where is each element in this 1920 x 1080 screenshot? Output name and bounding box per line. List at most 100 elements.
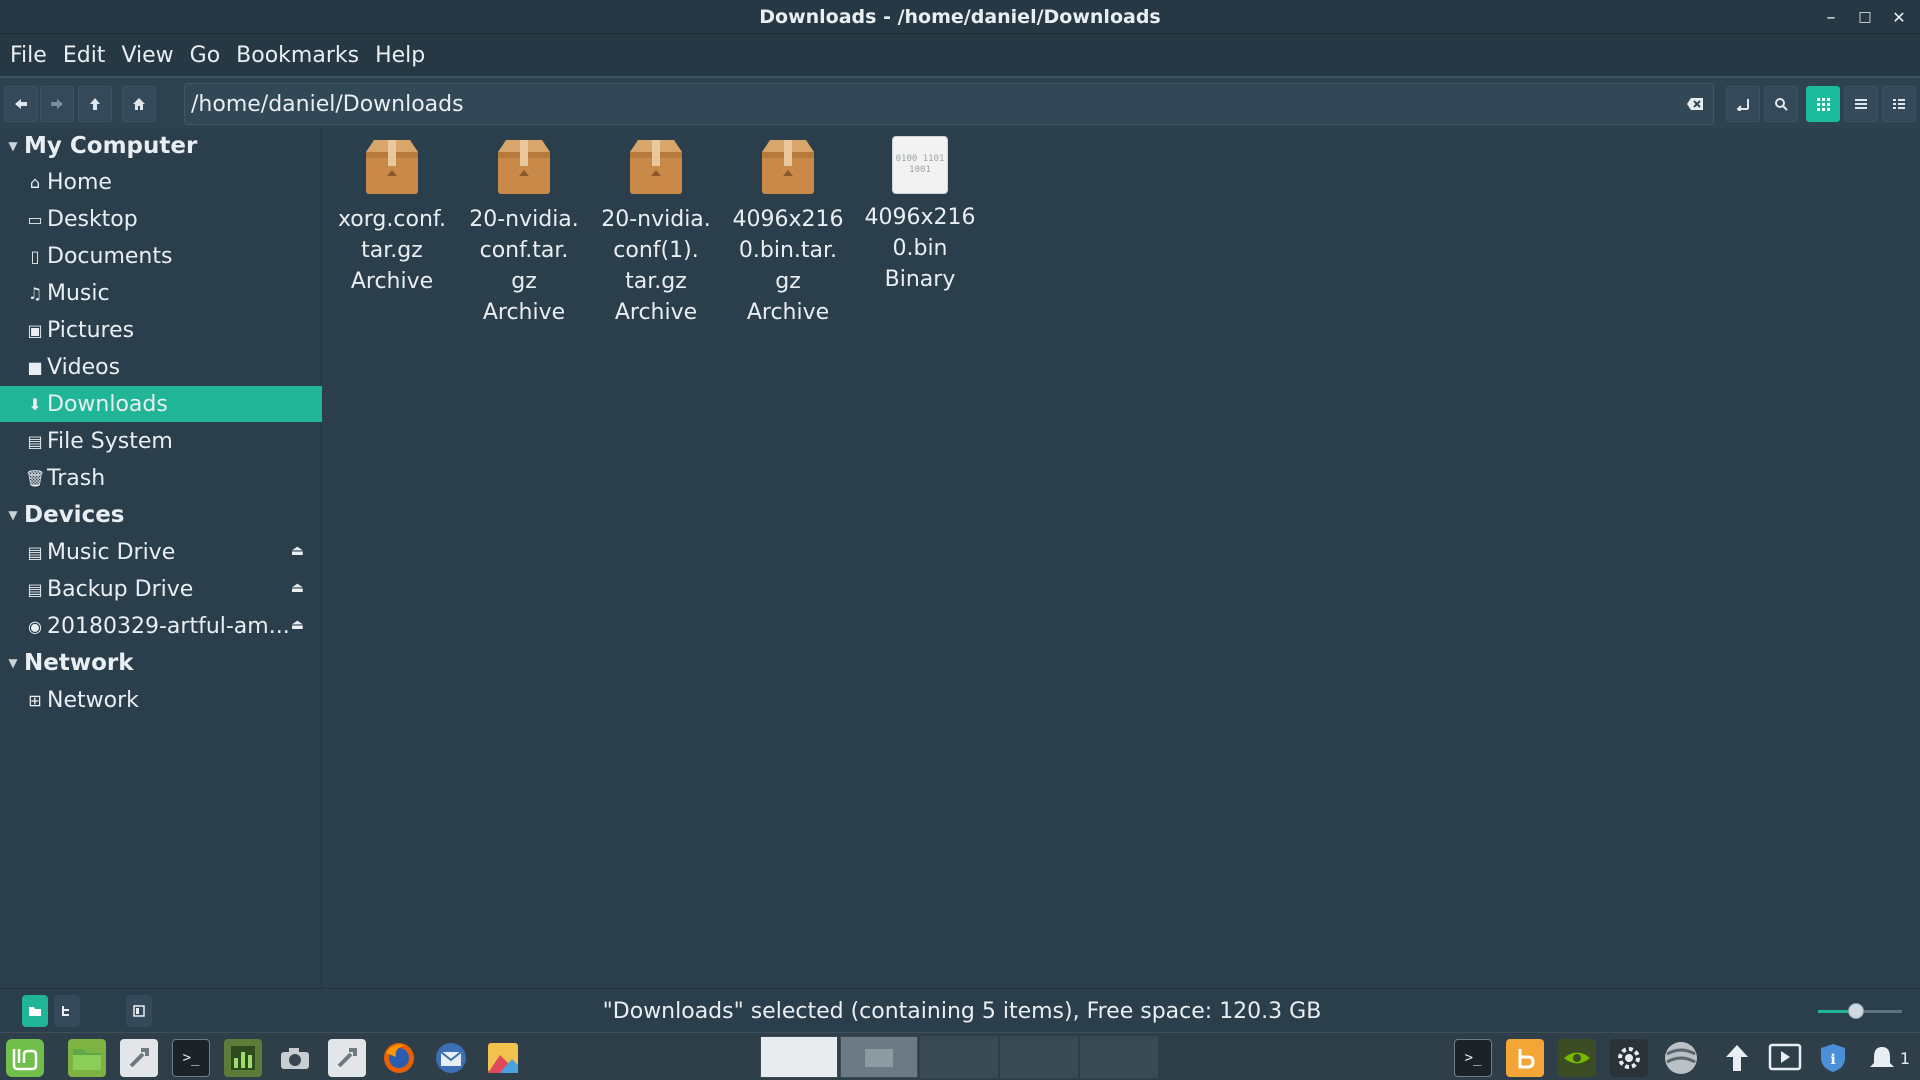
- forward-button[interactable]: [40, 86, 74, 122]
- workspace-3[interactable]: [920, 1036, 998, 1078]
- camera-icon: [281, 1048, 309, 1069]
- terminal-launcher-icon[interactable]: >_: [172, 1039, 210, 1077]
- tray-disk-icon[interactable]: [1662, 1039, 1700, 1077]
- sidebar-item-label: Pictures: [47, 317, 135, 343]
- home-icon: ⌂: [29, 172, 41, 192]
- sidebar-item-label: Music: [47, 280, 110, 306]
- disk-pro-icon: [1665, 1042, 1697, 1074]
- shield-info-icon: i: [1821, 1044, 1845, 1072]
- tray-media-icon[interactable]: [1766, 1039, 1804, 1077]
- workspace-1[interactable]: [760, 1036, 838, 1078]
- tools-app-icon[interactable]: [328, 1039, 366, 1077]
- sidebar-item-backup-drive[interactable]: ▤ Backup Drive ⏏: [0, 571, 322, 607]
- sidebar-item-network[interactable]: ⊞ Network: [0, 682, 322, 718]
- archive-icon: [762, 140, 814, 194]
- file-name-line: tar.gz: [361, 238, 423, 263]
- files-launcher-icon[interactable]: [68, 1039, 106, 1077]
- wrench-icon: [337, 1048, 357, 1068]
- tray-info-icon[interactable]: i: [1814, 1039, 1852, 1077]
- hide-sidebar-button[interactable]: [126, 995, 152, 1027]
- workspace-5[interactable]: [1080, 1036, 1158, 1078]
- file-item[interactable]: 20-nvidia. conf(1). tar.gz Archive: [594, 136, 718, 328]
- edit-path-icon: [1736, 99, 1749, 111]
- show-treeview-button[interactable]: [54, 995, 80, 1027]
- up-arrow-icon: [90, 98, 100, 110]
- file-item[interactable]: xorg.conf. tar.gz Archive: [330, 136, 454, 297]
- image-viewer-icon[interactable]: [484, 1039, 522, 1077]
- menu-edit[interactable]: Edit: [57, 43, 112, 68]
- location-path[interactable]: /home/daniel/Downloads: [191, 92, 464, 117]
- menu-bookmarks[interactable]: Bookmarks: [230, 43, 365, 68]
- file-name-line: conf.tar.: [479, 238, 569, 263]
- file-view[interactable]: xorg.conf. tar.gz Archive 20-nvidia. con…: [322, 128, 1920, 988]
- toggle-location-entry-button[interactable]: [1726, 86, 1760, 122]
- sidebar-item-videos[interactable]: ■ Videos: [0, 349, 322, 385]
- tray-bluetooth-icon[interactable]: [1506, 1039, 1544, 1077]
- show-places-button[interactable]: [22, 995, 48, 1027]
- tray-notifications-icon[interactable]: 1: [1860, 1039, 1916, 1077]
- maximize-button[interactable]: □: [1852, 4, 1878, 30]
- disc-icon: ◉: [28, 616, 42, 636]
- menu-bar: File Edit View Go Bookmarks Help: [0, 34, 1920, 76]
- home-button[interactable]: [122, 86, 156, 122]
- file-item[interactable]: 20-nvidia. conf.tar. gz Archive: [462, 136, 586, 328]
- tray-nvidia-icon[interactable]: [1558, 1039, 1596, 1077]
- sidebar-icon: [133, 1005, 145, 1017]
- tray-settings-icon[interactable]: [1610, 1039, 1648, 1077]
- menu-help[interactable]: Help: [369, 43, 431, 68]
- close-button[interactable]: ✕: [1886, 4, 1912, 30]
- menu-view[interactable]: View: [115, 43, 179, 68]
- eject-icon[interactable]: ⏏: [291, 543, 304, 559]
- status-text: "Downloads" selected (containing 5 items…: [602, 999, 1322, 1024]
- sidebar-item-label: Music Drive: [47, 539, 176, 565]
- pictures-icon: ▣: [27, 320, 43, 340]
- sidebar-item-music-drive[interactable]: ▤ Music Drive ⏏: [0, 534, 322, 570]
- file-item[interactable]: 4096x216 0.bin.tar. gz Archive: [726, 136, 850, 328]
- menu-go[interactable]: Go: [184, 43, 227, 68]
- camera-app-icon[interactable]: [276, 1039, 314, 1077]
- back-button[interactable]: [4, 86, 38, 122]
- mail-client-icon[interactable]: [432, 1039, 470, 1077]
- play-icon: [1768, 1043, 1802, 1071]
- sidebar-item-trash[interactable]: 🗑 Trash: [0, 460, 322, 496]
- sidebar-item-disc[interactable]: ◉ 20180329-artful-am... ⏏: [0, 608, 322, 644]
- firefox-icon[interactable]: [380, 1039, 418, 1077]
- workspace-2[interactable]: [840, 1036, 918, 1078]
- sidebar-section-my-computer[interactable]: ▼ My Computer: [0, 128, 322, 164]
- workspace-4[interactable]: [1000, 1036, 1078, 1078]
- clear-location-button[interactable]: [1683, 93, 1707, 115]
- sidebar-item-documents[interactable]: ▯ Documents: [0, 238, 322, 274]
- file-item[interactable]: 0100 1101 1001 4096x216 0.bin Binary: [858, 136, 982, 295]
- tray-update-icon[interactable]: [1718, 1039, 1756, 1077]
- sidebar-item-pictures[interactable]: ▣ Pictures: [0, 312, 322, 348]
- chevron-down-icon: ▼: [8, 139, 18, 153]
- sidebar-item-music[interactable]: ♫ Music: [0, 275, 322, 311]
- file-name-line: 4096x216: [864, 205, 976, 230]
- minimize-button[interactable]: –: [1818, 4, 1844, 30]
- compact-view-button[interactable]: [1882, 86, 1916, 122]
- sidebar-item-downloads[interactable]: ⬇ Downloads: [0, 386, 322, 422]
- icon-view-button[interactable]: [1806, 86, 1840, 122]
- system-monitor-icon[interactable]: [224, 1039, 262, 1077]
- mint-menu-icon[interactable]: [6, 1039, 44, 1077]
- sidebar-section-network[interactable]: ▼ Network: [0, 645, 322, 681]
- up-button[interactable]: [78, 86, 112, 122]
- zoom-slider-handle[interactable]: [1848, 1003, 1864, 1019]
- sidebar-item-home[interactable]: ⌂ Home: [0, 164, 322, 200]
- sidebar-item-desktop[interactable]: ▭ Desktop: [0, 201, 322, 237]
- sidebar-section-title: My Computer: [24, 133, 198, 159]
- sidebar-section-devices[interactable]: ▼ Devices: [0, 497, 322, 533]
- list-view-button[interactable]: [1844, 86, 1878, 122]
- search-button[interactable]: [1764, 86, 1798, 122]
- location-bar[interactable]: /home/daniel/Downloads: [184, 83, 1714, 125]
- tray-terminal-icon[interactable]: >_: [1454, 1039, 1492, 1077]
- file-name-line: 0.bin: [892, 236, 948, 261]
- archive-icon: [630, 140, 682, 194]
- backspace-icon: [1687, 98, 1703, 110]
- sidebar-item-file-system[interactable]: ▤ File System: [0, 423, 322, 459]
- menu-file[interactable]: File: [4, 43, 53, 68]
- eject-icon[interactable]: ⏏: [291, 617, 304, 633]
- settings-tool-icon[interactable]: [120, 1039, 158, 1077]
- window-title: Downloads - /home/daniel/Downloads: [759, 6, 1161, 28]
- eject-icon[interactable]: ⏏: [291, 580, 304, 596]
